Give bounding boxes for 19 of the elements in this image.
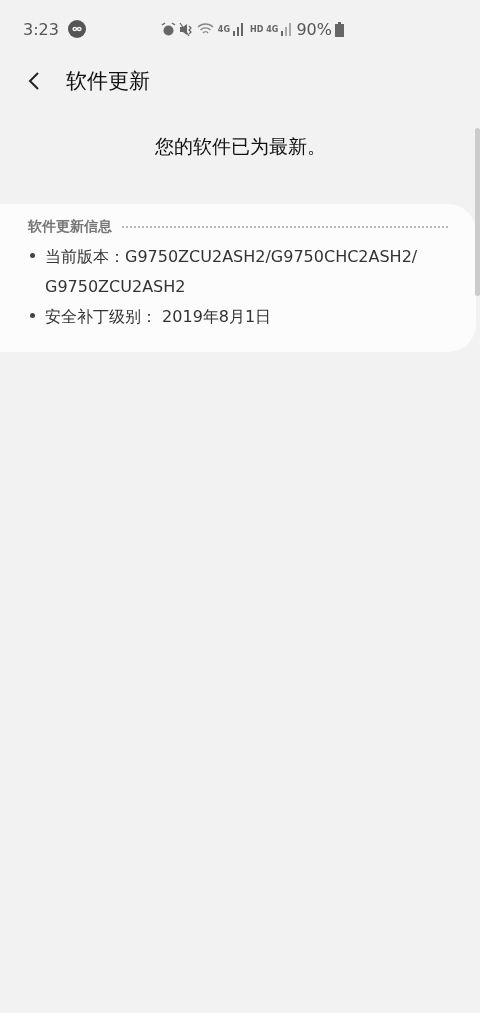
hd-label: HD [249, 24, 264, 34]
info-text: 安全补丁级别： 2019年8月1日 [45, 306, 272, 328]
battery-percentage: 90% [296, 19, 332, 39]
page-title: 软件更新 [66, 68, 150, 95]
alarm-icon [160, 21, 176, 37]
back-icon [28, 71, 40, 91]
bullet-icon [30, 253, 35, 258]
section-heading: 软件更新信息 [28, 218, 112, 236]
bullet-icon [30, 313, 35, 318]
network-label: 4G [217, 24, 230, 34]
status-message: 您的软件已为最新。 [153, 134, 327, 159]
signal-icon [232, 22, 243, 36]
status-time: 3:23 [23, 19, 59, 39]
network-label: 4G [266, 24, 279, 34]
signal-icon [281, 22, 292, 36]
info-text: 当前版本：G9750ZCU2ASH2/G9750CHC2ASH2/G9750ZCU2ASH2 [45, 246, 419, 298]
mute-icon [178, 21, 194, 37]
infinity-icon [67, 20, 86, 38]
battery-icon [335, 21, 344, 37]
